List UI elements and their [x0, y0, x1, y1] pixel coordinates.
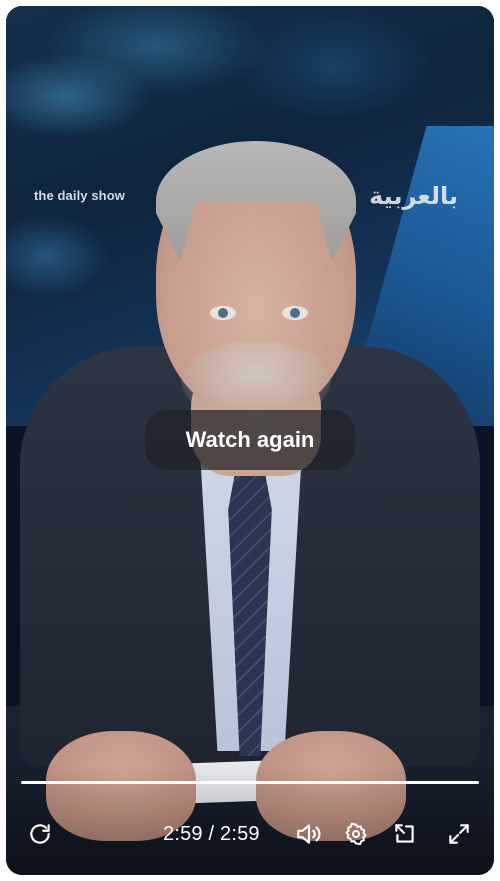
fullscreen-icon[interactable]: [443, 818, 475, 850]
channel-watermark: بالعربية: [369, 182, 458, 210]
picture-in-picture-icon[interactable]: [389, 818, 421, 850]
settings-icon[interactable]: [340, 818, 372, 850]
video-player[interactable]: the daily show بالعربية Watch again 2:59…: [6, 6, 494, 875]
volume-icon[interactable]: [293, 818, 325, 850]
control-bar: 2:59 / 2:59: [6, 814, 494, 854]
time-separator: /: [208, 823, 215, 845]
progress-bar[interactable]: [21, 781, 479, 784]
current-time: 2:59: [163, 823, 203, 845]
watch-again-button[interactable]: Watch again: [145, 410, 355, 470]
time-display: 2:59 / 2:59: [163, 823, 260, 846]
show-watermark: the daily show: [34, 188, 125, 203]
duration: 2:59: [220, 823, 260, 845]
progress-fill: [21, 781, 479, 784]
replay-icon[interactable]: [24, 818, 56, 850]
